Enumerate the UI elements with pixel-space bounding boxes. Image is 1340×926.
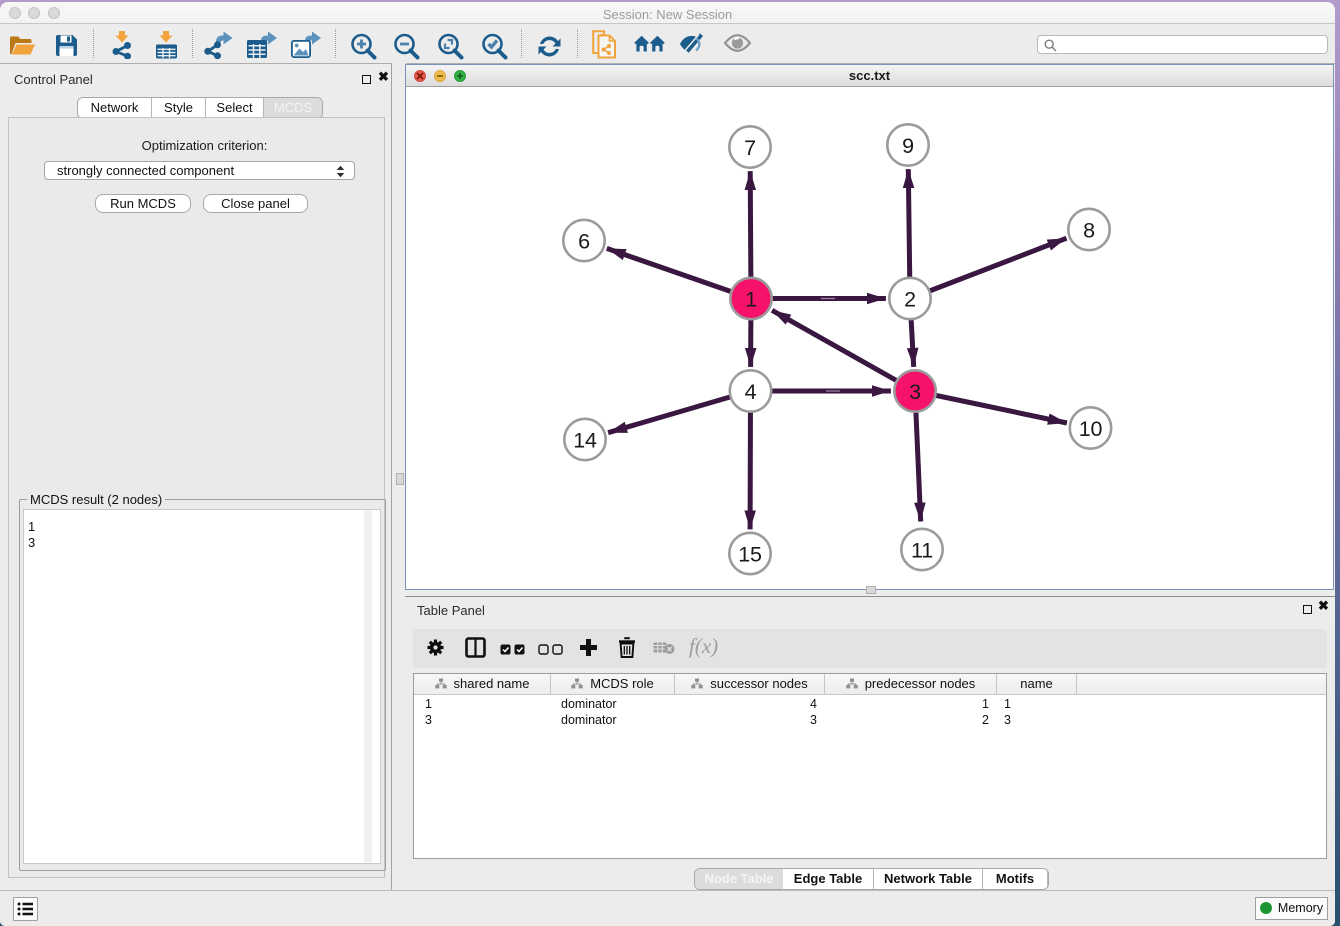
svg-text:4: 4 <box>745 380 757 404</box>
svg-text:7: 7 <box>744 136 756 160</box>
svg-text:11: 11 <box>911 538 933 562</box>
svg-text:1: 1 <box>745 287 757 311</box>
svg-text:8: 8 <box>1083 218 1095 242</box>
svg-text:14: 14 <box>573 428 597 452</box>
svg-text:9: 9 <box>902 134 914 158</box>
svg-text:15: 15 <box>738 542 762 566</box>
svg-text:2: 2 <box>904 287 916 311</box>
svg-text:3: 3 <box>909 380 921 404</box>
svg-text:10: 10 <box>1079 417 1103 441</box>
svg-text:6: 6 <box>578 229 590 253</box>
